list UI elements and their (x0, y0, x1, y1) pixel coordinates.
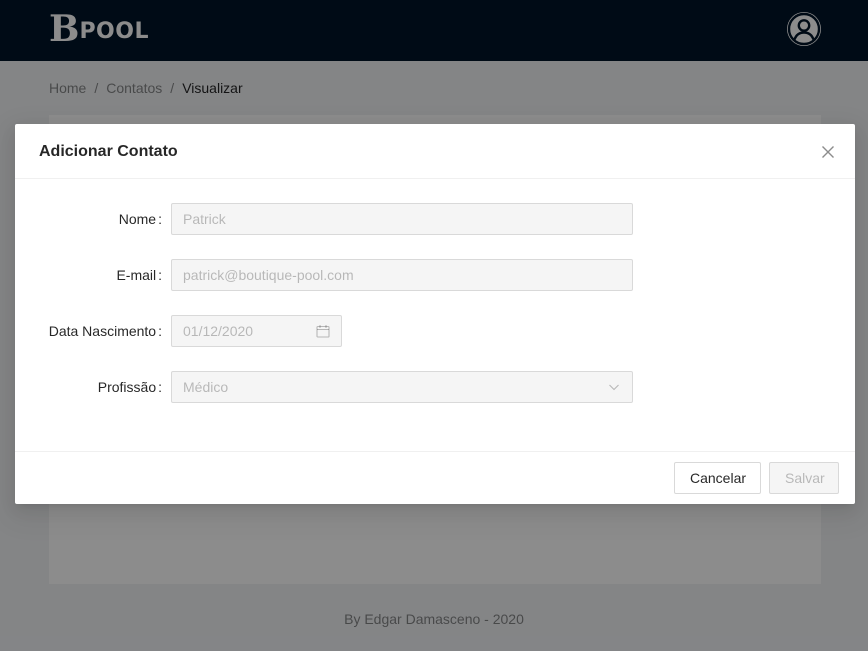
nome-input[interactable]: Patrick (171, 203, 633, 235)
cancel-button[interactable]: Cancelar (674, 462, 761, 494)
chevron-down-icon (607, 380, 621, 394)
save-button[interactable]: Salvar (769, 462, 839, 494)
profissao-value: Médico (183, 379, 229, 395)
modal-header: Adicionar Contato (15, 124, 855, 179)
email-input[interactable]: patrick@boutique-pool.com (171, 259, 633, 291)
form-row-email: E-mail: patrick@boutique-pool.com (15, 259, 855, 291)
form-row-data-nascimento: Data Nascimento: 01/12/2020 (15, 315, 855, 347)
add-contact-modal: Adicionar Contato Nome: Patrick E-mail: … (15, 124, 855, 504)
nome-value: Patrick (183, 211, 226, 227)
modal-footer: Cancelar Salvar (15, 451, 855, 504)
label-colon: : (158, 323, 162, 339)
profissao-label-text: Profissão (97, 379, 157, 395)
modal-title: Adicionar Contato (39, 143, 178, 160)
label-colon: : (158, 211, 162, 227)
data-nascimento-value: 01/12/2020 (183, 323, 254, 339)
nome-label-text: Nome (118, 211, 157, 227)
data-nascimento-label: Data Nascimento: (49, 315, 162, 347)
data-nascimento-label-text: Data Nascimento (48, 323, 157, 339)
close-icon (822, 146, 834, 158)
label-colon: : (158, 267, 162, 283)
email-label: E-mail: (116, 259, 162, 291)
nome-label: Nome: (119, 203, 162, 235)
data-nascimento-datepicker[interactable]: 01/12/2020 (171, 315, 342, 347)
calendar-icon (316, 324, 330, 338)
modal-close-button[interactable] (817, 141, 839, 163)
email-value: patrick@boutique-pool.com (183, 267, 354, 283)
form-row-nome: Nome: Patrick (15, 203, 855, 235)
profissao-label: Profissão: (98, 371, 162, 403)
email-label-text: E-mail (116, 267, 157, 283)
label-colon: : (158, 379, 162, 395)
profissao-select[interactable]: Médico (171, 371, 633, 403)
form-row-profissao: Profissão: Médico (15, 371, 855, 403)
